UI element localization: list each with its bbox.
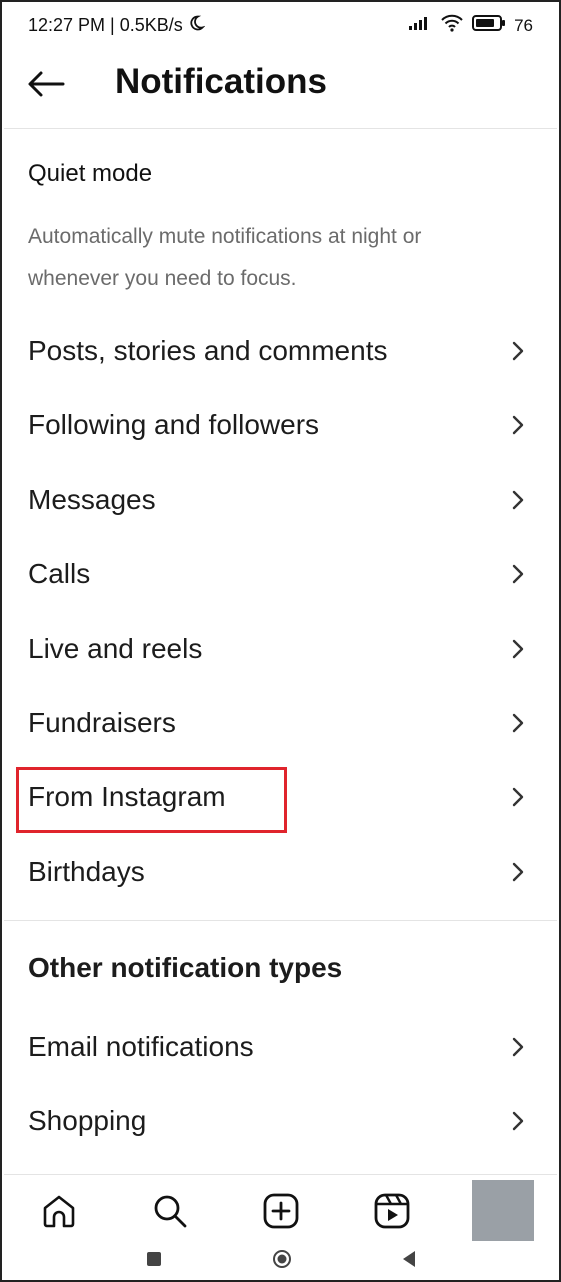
app-frame: 12:27 PM | 0.5KB/s 76 Notifications Quie… xyxy=(0,0,561,1282)
home-icon xyxy=(41,1193,77,1234)
search-button[interactable] xyxy=(150,1193,190,1233)
moon-icon xyxy=(187,14,206,37)
chevron-right-icon xyxy=(511,1037,525,1057)
create-icon xyxy=(263,1193,299,1234)
chevron-right-icon xyxy=(511,564,525,584)
menu-item-label: Email notifications xyxy=(28,1031,254,1062)
quiet-mode-description: Automatically mute notifications at nigh… xyxy=(28,225,422,290)
page-title: Notifications xyxy=(115,62,327,101)
menu-item-label: Live and reels xyxy=(28,632,203,664)
reels-button[interactable] xyxy=(372,1193,412,1233)
menu-item-label: Fundraisers xyxy=(28,707,176,738)
menu-item-label: Messages xyxy=(28,483,156,515)
system-navigation xyxy=(2,1242,559,1280)
header-divider xyxy=(4,128,557,129)
status-time-speed: 12:27 PM | 0.5KB/s xyxy=(28,15,183,35)
system-back-button[interactable] xyxy=(398,1250,420,1272)
recents-button[interactable] xyxy=(143,1250,165,1272)
menu-item-label: Shopping xyxy=(28,1105,147,1137)
menu-item-following-and-followers[interactable]: Following and followers xyxy=(2,388,559,462)
chevron-right-icon xyxy=(511,341,525,361)
search-icon xyxy=(152,1193,188,1234)
chevron-right-icon xyxy=(511,787,525,807)
chevron-right-icon xyxy=(511,490,525,510)
menu-item-shopping[interactable]: Shopping xyxy=(2,1084,559,1158)
chevron-right-icon xyxy=(511,639,525,659)
quiet-mode-title[interactable]: Quiet mode xyxy=(28,160,152,188)
menu-item-messages[interactable]: Messages xyxy=(2,463,559,537)
menu-item-fundraisers[interactable]: Fundraisers xyxy=(2,686,559,760)
section-divider xyxy=(4,920,557,921)
home-circle-icon xyxy=(272,1249,292,1274)
profile-tile[interactable] xyxy=(472,1180,534,1241)
back-button[interactable] xyxy=(24,66,68,106)
header: Notifications xyxy=(2,48,559,128)
status-right: 76 xyxy=(408,14,533,37)
status-left: 12:27 PM | 0.5KB/s xyxy=(28,14,206,37)
status-bar: 12:27 PM | 0.5KB/s 76 xyxy=(2,2,559,48)
menu-item-label: From Instagram xyxy=(28,781,226,813)
chevron-right-icon xyxy=(511,415,525,435)
menu-item-live-and-reels[interactable]: Live and reels xyxy=(2,612,559,686)
back-triangle-icon xyxy=(401,1250,417,1273)
menu-item-label: Following and followers xyxy=(28,409,320,441)
chevron-right-icon xyxy=(511,713,525,733)
chevron-right-icon xyxy=(511,1111,525,1131)
menu-item-email-notifications[interactable]: Email notifications xyxy=(2,1010,559,1084)
menu-item-label: Posts, stories and comments xyxy=(28,335,388,366)
other-types-heading: Other notification types xyxy=(28,952,343,983)
battery-icon xyxy=(472,14,506,37)
signal-icon xyxy=(408,15,432,36)
chevron-right-icon xyxy=(511,862,525,882)
battery-level: 76 xyxy=(514,15,533,35)
menu-item-posts-stories-and-comments[interactable]: Posts, stories and comments xyxy=(2,314,559,388)
reels-icon xyxy=(374,1193,410,1234)
system-home-button[interactable] xyxy=(271,1249,293,1274)
recents-square-icon xyxy=(146,1251,162,1272)
menu-item-label: Calls xyxy=(28,558,91,590)
create-button[interactable] xyxy=(261,1193,301,1233)
menu-item-from-instagram[interactable]: From Instagram xyxy=(2,760,559,834)
menu-item-label: Birthdays xyxy=(28,855,145,887)
menu-item-calls[interactable]: Calls xyxy=(2,537,559,611)
wifi-icon xyxy=(440,14,464,37)
menu-item-birthdays[interactable]: Birthdays xyxy=(2,835,559,909)
back-arrow-icon xyxy=(27,70,65,103)
home-button[interactable] xyxy=(39,1193,79,1233)
bottom-navigation xyxy=(4,1174,557,1246)
